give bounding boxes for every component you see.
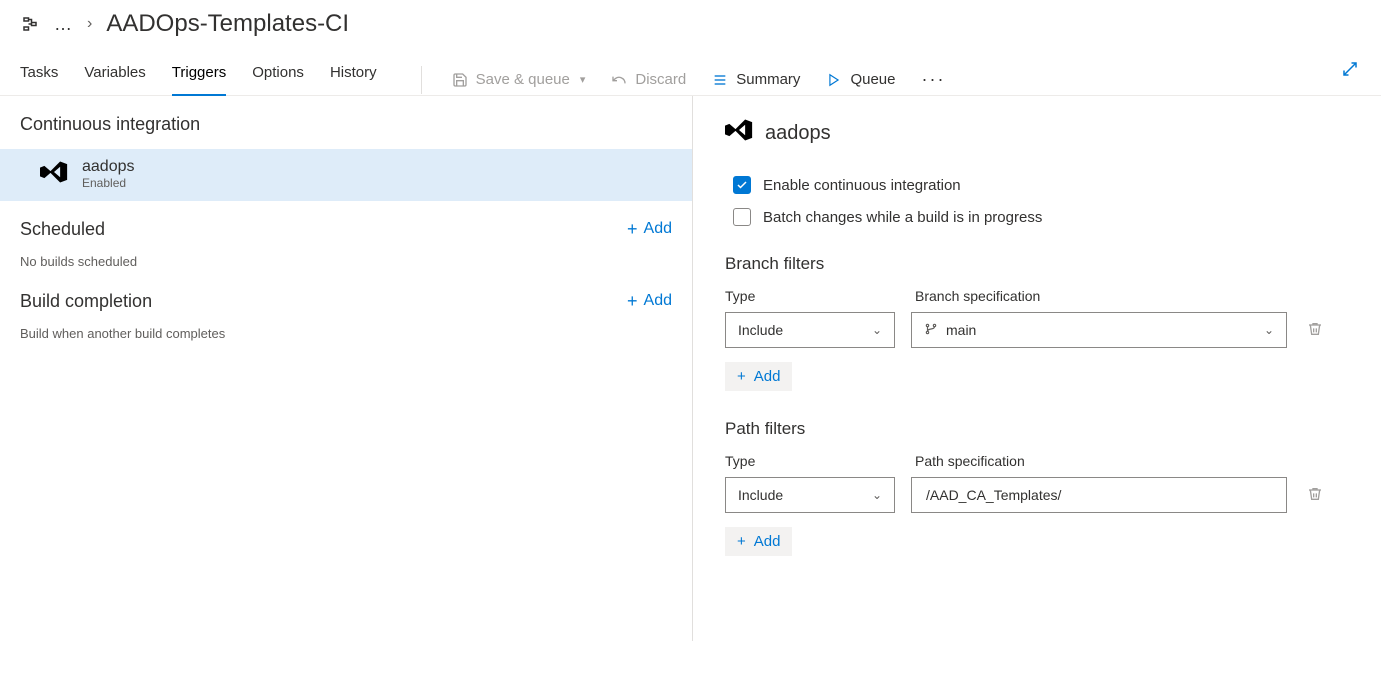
enable-ci-row: Enable continuous integration <box>725 176 1363 194</box>
breadcrumb-ellipsis[interactable]: … <box>54 15 73 33</box>
undo-icon <box>611 72 627 88</box>
add-path-filter-label: Add <box>754 533 781 550</box>
repo-icon <box>40 160 68 187</box>
plus-icon: + <box>737 533 746 550</box>
branch-filter-type-value: Include <box>738 322 783 338</box>
chevron-down-icon: ⌄ <box>872 323 882 337</box>
plus-icon: + <box>627 220 638 238</box>
toolbar: Save & queue ▾ Discard Summary Queue ··· <box>417 66 946 94</box>
tab-triggers[interactable]: Triggers <box>172 64 226 95</box>
add-branch-filter-label: Add <box>754 368 781 385</box>
page-header: … › AADOps-Templates-CI <box>0 0 1381 46</box>
path-filter-row: Include ⌄ <box>725 477 1363 513</box>
type-label: Type <box>725 288 895 304</box>
repo-status: Enabled <box>82 176 135 190</box>
repo-text: aadops Enabled <box>82 157 135 191</box>
batch-row: Batch changes while a build is in progre… <box>725 208 1363 226</box>
repo-icon <box>725 118 753 148</box>
toolbar-separator <box>421 66 422 94</box>
branch-icon <box>924 322 938 339</box>
branch-spec-label: Branch specification <box>915 288 1040 304</box>
path-spec-input-wrapper <box>911 477 1287 513</box>
path-spec-label: Path specification <box>915 453 1025 469</box>
tab-tasks[interactable]: Tasks <box>20 64 58 95</box>
toolbar-more-button[interactable]: ··· <box>921 69 945 90</box>
discard-label: Discard <box>635 71 686 88</box>
chevron-down-icon: ▾ <box>580 73 586 86</box>
pipelines-icon[interactable] <box>20 15 40 33</box>
batch-checkbox[interactable] <box>733 208 751 226</box>
path-filters-heading: Path filters <box>725 419 1363 439</box>
path-filter-type-value: Include <box>738 487 783 503</box>
batch-label: Batch changes while a build is in progre… <box>763 209 1042 226</box>
tab-history[interactable]: History <box>330 64 377 95</box>
source-title: aadops <box>725 118 1363 148</box>
discard-button: Discard <box>611 71 686 88</box>
completion-heading-label: Build completion <box>20 291 152 312</box>
play-icon <box>826 72 842 88</box>
scheduled-heading-label: Scheduled <box>20 219 105 240</box>
left-pane: Continuous integration aadops Enabled Sc… <box>0 96 693 641</box>
branch-filters-heading: Branch filters <box>725 254 1363 274</box>
scheduled-section-heading: Scheduled + Add <box>0 219 692 254</box>
summary-icon <box>712 72 728 88</box>
save-queue-label: Save & queue <box>476 71 570 88</box>
chevron-down-icon: ⌄ <box>872 488 882 502</box>
branch-filter-labels: Type Branch specification <box>725 288 1363 312</box>
path-filter-labels: Type Path specification <box>725 453 1363 477</box>
completion-empty-text: Build when another build completes <box>0 326 692 363</box>
queue-button[interactable]: Queue <box>826 71 895 88</box>
right-pane: aadops Enable continuous integration Bat… <box>693 96 1381 641</box>
summary-label: Summary <box>736 71 800 88</box>
type-label: Type <box>725 453 895 469</box>
save-queue-button: Save & queue ▾ <box>452 71 586 88</box>
path-spec-input[interactable] <box>924 486 1274 504</box>
branch-filter-type-select[interactable]: Include ⌄ <box>725 312 895 348</box>
plus-icon: + <box>737 368 746 385</box>
source-name: aadops <box>765 122 831 145</box>
enable-ci-checkbox[interactable] <box>733 176 751 194</box>
pipeline-title: AADOps-Templates-CI <box>106 10 349 38</box>
repo-name: aadops <box>82 157 135 176</box>
add-path-filter-button[interactable]: + Add <box>725 527 792 556</box>
add-scheduled-button[interactable]: + Add <box>627 220 672 238</box>
completion-section-heading: Build completion + Add <box>0 291 692 326</box>
plus-icon: + <box>627 292 638 310</box>
add-completion-button[interactable]: + Add <box>627 292 672 310</box>
scheduled-empty-text: No builds scheduled <box>0 254 692 291</box>
add-completion-label: Add <box>644 292 672 310</box>
branch-spec-value: main <box>946 322 976 338</box>
add-branch-filter-button[interactable]: + Add <box>725 362 792 391</box>
save-icon <box>452 72 468 88</box>
queue-label: Queue <box>850 71 895 88</box>
chevron-down-icon: ⌄ <box>1264 323 1274 337</box>
ci-trigger-item[interactable]: aadops Enabled <box>0 149 692 201</box>
add-scheduled-label: Add <box>644 220 672 238</box>
tab-options[interactable]: Options <box>252 64 304 95</box>
branch-spec-input[interactable]: main ⌄ <box>911 312 1287 348</box>
ci-section-heading: Continuous integration <box>0 114 692 149</box>
tabs-toolbar-row: Tasks Variables Triggers Options History… <box>0 46 1381 96</box>
enable-ci-label: Enable continuous integration <box>763 177 961 194</box>
branch-filter-row: Include ⌄ main ⌄ <box>725 312 1363 348</box>
tabs: Tasks Variables Triggers Options History <box>20 64 377 95</box>
summary-button[interactable]: Summary <box>712 71 800 88</box>
ci-heading-label: Continuous integration <box>20 114 200 135</box>
path-filter-type-select[interactable]: Include ⌄ <box>725 477 895 513</box>
delete-path-filter-button[interactable] <box>1303 482 1327 509</box>
fullscreen-icon[interactable] <box>1341 60 1359 81</box>
delete-branch-filter-button[interactable] <box>1303 317 1327 344</box>
tab-variables[interactable]: Variables <box>84 64 145 95</box>
chevron-right-icon: › <box>87 15 92 33</box>
content-body: Continuous integration aadops Enabled Sc… <box>0 96 1381 641</box>
